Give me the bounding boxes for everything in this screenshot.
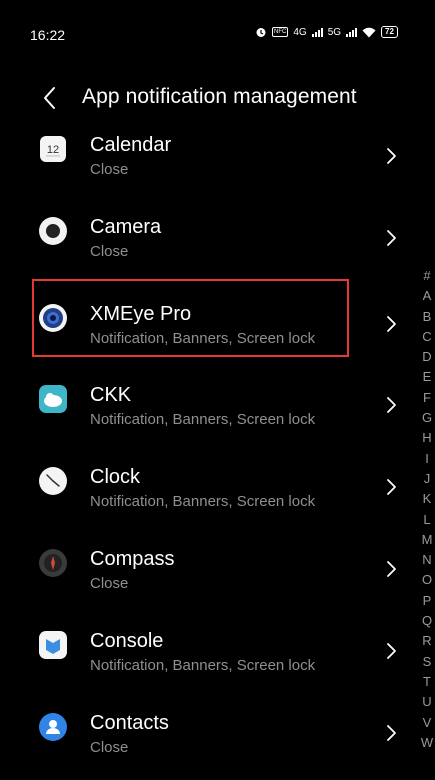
page-title: App notification management xyxy=(82,85,357,108)
index-letter[interactable]: D xyxy=(419,347,435,367)
app-row-compass[interactable]: Compass Close xyxy=(0,535,410,617)
app-status: Close xyxy=(90,242,129,260)
index-letter[interactable]: W xyxy=(419,733,435,753)
index-letter[interactable]: G xyxy=(419,408,435,428)
index-letter[interactable]: R xyxy=(419,631,435,651)
contacts-icon xyxy=(39,712,67,741)
app-row-contacts[interactable]: Contacts Close xyxy=(0,699,410,780)
camera-icon xyxy=(39,216,67,245)
index-letter[interactable]: K xyxy=(419,489,435,509)
app-name: Contacts xyxy=(90,711,169,734)
xmeye-icon xyxy=(39,303,67,332)
index-letter[interactable]: U xyxy=(419,692,435,712)
app-status: Notification, Banners, Screen lock xyxy=(90,493,316,511)
signal-icon xyxy=(311,27,323,37)
chevron-right-icon xyxy=(387,642,396,659)
app-row-camera[interactable]: Camera Close xyxy=(0,208,410,290)
app-status: Close xyxy=(90,574,129,592)
app-name: Calendar xyxy=(90,134,172,156)
app-status: Close xyxy=(90,738,129,756)
wifi-icon xyxy=(362,27,376,37)
index-letter[interactable]: N xyxy=(419,550,435,570)
app-name: Console xyxy=(90,629,164,652)
index-letter[interactable]: E xyxy=(419,367,435,387)
index-letter[interactable]: A xyxy=(419,286,435,306)
clock-icon xyxy=(39,467,67,496)
app-row-calendar[interactable]: 12 Calendar Close xyxy=(0,126,410,208)
chevron-right-icon xyxy=(387,148,396,164)
chevron-right-icon xyxy=(387,397,396,414)
index-letter[interactable]: V xyxy=(419,713,435,733)
back-button[interactable] xyxy=(38,84,62,112)
index-letter[interactable]: T xyxy=(419,672,435,692)
app-row-xmeye-pro[interactable]: XMEye Pro Notification, Banners, Screen … xyxy=(0,290,410,372)
status-time: 16:22 xyxy=(30,27,66,43)
app-name: Compass xyxy=(90,547,175,570)
index-letter[interactable]: # xyxy=(419,266,435,286)
header: App notification management xyxy=(0,72,435,124)
network-5g-label: 5G xyxy=(327,26,342,38)
battery-icon: 72 xyxy=(381,26,398,38)
app-status: Notification, Banners, Screen lock xyxy=(90,411,316,429)
index-letter[interactable]: M xyxy=(419,530,435,550)
app-name: XMEye Pro xyxy=(90,302,192,325)
index-letter[interactable]: L xyxy=(419,510,435,530)
app-name: Clock xyxy=(90,466,141,489)
app-row-clock[interactable]: Clock Notification, Banners, Screen lock xyxy=(0,453,410,535)
index-letter[interactable]: J xyxy=(419,469,435,489)
app-status: Close xyxy=(90,161,129,178)
alphabet-index[interactable]: # A B C D E F G H I J K L M N O P Q R S T U V W xyxy=(419,266,435,753)
alarm-icon xyxy=(256,28,266,37)
network-4g-label: 4G xyxy=(293,26,307,38)
calendar-icon: 12 xyxy=(40,136,66,162)
chevron-right-icon xyxy=(387,479,396,496)
app-name: CKK xyxy=(90,384,132,407)
svg-text:12: 12 xyxy=(47,144,59,156)
index-letter[interactable]: P xyxy=(419,591,435,611)
index-letter[interactable]: S xyxy=(419,652,435,672)
console-icon xyxy=(39,630,67,659)
app-status: Notification, Banners, Screen lock xyxy=(90,329,316,347)
index-letter[interactable]: C xyxy=(419,327,435,347)
index-letter[interactable]: Q xyxy=(419,611,435,631)
app-list: 12 Calendar Close Camera Close XMEye Pro… xyxy=(0,126,410,780)
index-letter[interactable]: F xyxy=(419,388,435,408)
status-bar: 16:22 NFC 4G 5G 72 xyxy=(0,0,435,72)
index-letter[interactable]: H xyxy=(419,428,435,448)
chevron-right-icon xyxy=(387,315,396,332)
chevron-right-icon xyxy=(387,724,396,741)
index-letter[interactable]: B xyxy=(419,307,435,327)
app-row-ckk[interactable]: CKK Notification, Banners, Screen lock xyxy=(0,371,410,453)
app-row-console[interactable]: Console Notification, Banners, Screen lo… xyxy=(0,617,410,699)
chevron-right-icon xyxy=(387,561,396,577)
index-letter[interactable]: O xyxy=(419,570,435,590)
ckk-icon xyxy=(39,385,67,414)
app-status: Notification, Banners, Screen lock xyxy=(90,656,316,674)
status-icons: NFC 4G 5G 72 xyxy=(255,26,398,38)
compass-icon xyxy=(39,548,67,577)
chevron-right-icon xyxy=(387,229,396,246)
chevron-left-icon xyxy=(44,87,55,109)
signal-icon xyxy=(346,27,358,37)
app-name: Camera xyxy=(90,215,162,238)
index-letter[interactable]: I xyxy=(419,449,435,469)
nfc-icon: NFC xyxy=(272,27,289,37)
